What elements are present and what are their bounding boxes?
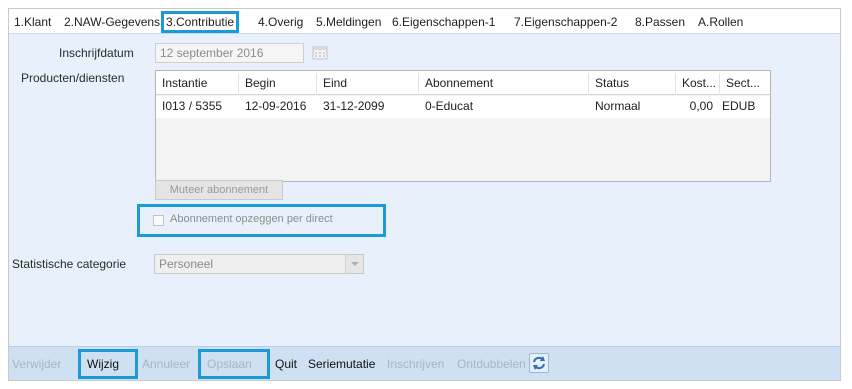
- statistische-categorie-select[interactable]: Personeel: [154, 254, 364, 274]
- tab-eigenschappen-2[interactable]: 7.Eigenschappen-2: [512, 14, 619, 32]
- bottom-toolbar: Verwijder Wijzig Annuleer Opslaan Quit S…: [9, 346, 840, 380]
- column-header-eind[interactable]: Eind: [317, 73, 419, 93]
- tab-passen[interactable]: 8.Passen: [633, 14, 687, 32]
- cell-eind: 31-12-2099: [323, 99, 385, 113]
- column-header-begin[interactable]: Begin: [239, 73, 317, 93]
- producten-label: Producten/diensten: [21, 71, 125, 85]
- wijzig-button[interactable]: Wijzig: [87, 357, 119, 371]
- cell-sectie: EDUB: [722, 99, 756, 113]
- cell-begin: 12-09-2016: [245, 99, 307, 113]
- tab-meldingen[interactable]: 5.Meldingen: [314, 14, 383, 32]
- seriemutatie-button[interactable]: Seriemutatie: [308, 357, 375, 371]
- cell-kosten: 0,00: [689, 99, 713, 113]
- cell-abonnement: 0-Educat: [425, 99, 474, 113]
- column-header-status[interactable]: Status: [589, 73, 676, 93]
- tab-klant[interactable]: 1.Klant: [12, 14, 53, 32]
- tab-naw-gegevens[interactable]: 2.NAW-Gegevens: [62, 14, 162, 32]
- inschrijfdatum-label: Inschrijfdatum: [59, 46, 134, 60]
- chevron-down-icon[interactable]: [345, 255, 363, 273]
- column-header-sectie[interactable]: Sect...: [720, 73, 770, 93]
- ontdubbelen-button[interactable]: Ontdubbelen: [457, 357, 526, 371]
- verwijder-button[interactable]: Verwijder: [12, 357, 61, 371]
- calendar-icon[interactable]: [309, 43, 331, 63]
- column-header-abonnement[interactable]: Abonnement: [419, 73, 589, 93]
- muteer-abonnement-button[interactable]: Muteer abonnement: [155, 180, 283, 200]
- opslaan-button[interactable]: Opslaan: [207, 357, 252, 371]
- tab-strip: 1.Klant 2.NAW-Gegevens 3.Contributie 4.O…: [9, 9, 840, 34]
- refresh-icon[interactable]: [529, 353, 549, 373]
- producten-grid: Instantie Begin Eind Abonnement Status K…: [155, 70, 771, 182]
- column-header-kosten[interactable]: Kost...: [676, 73, 720, 93]
- opzeggen-label: Abonnement opzeggen per direct: [170, 213, 333, 225]
- column-header-instantie[interactable]: Instantie: [156, 73, 239, 93]
- statistische-categorie-value: Personeel: [159, 257, 214, 271]
- inschrijfdatum-field[interactable]: 12 september 2016: [155, 43, 304, 63]
- tab-overig[interactable]: 4.Overig: [256, 14, 305, 32]
- statistische-categorie-label: Statistische categorie: [12, 257, 127, 271]
- cell-instantie: I013 / 5355: [162, 99, 223, 113]
- window-frame: 1.Klant 2.NAW-Gegevens 3.Contributie 4.O…: [8, 8, 841, 381]
- table-row[interactable]: I013 / 5355 12-09-2016 31-12-2099 0-Educ…: [156, 96, 770, 118]
- grid-header: Instantie Begin Eind Abonnement Status K…: [156, 71, 770, 95]
- cell-status: Normaal: [595, 99, 641, 113]
- quit-button[interactable]: Quit: [275, 357, 297, 371]
- tab-eigenschappen-1[interactable]: 6.Eigenschappen-1: [390, 14, 497, 32]
- tab-contributie[interactable]: 3.Contributie: [161, 11, 240, 33]
- inschrijven-button[interactable]: Inschrijven: [387, 357, 444, 371]
- annuleer-button[interactable]: Annuleer: [142, 357, 190, 371]
- tab-rollen[interactable]: A.Rollen: [696, 14, 745, 32]
- opzeggen-checkbox[interactable]: [153, 215, 164, 226]
